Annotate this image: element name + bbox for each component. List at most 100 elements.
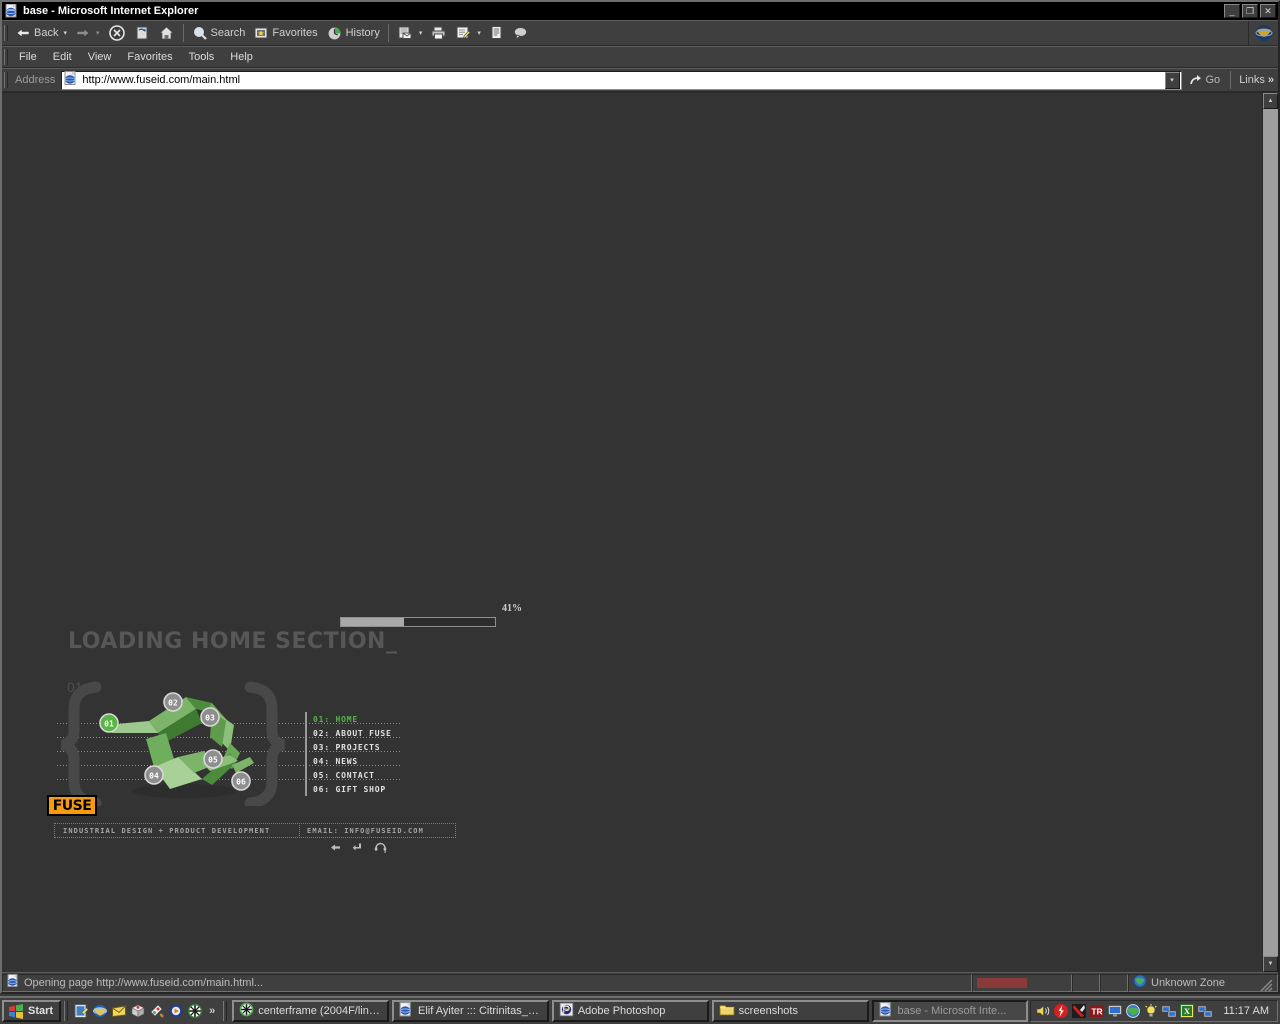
volume-icon[interactable] bbox=[1035, 1003, 1051, 1019]
toolbar-separator bbox=[387, 24, 389, 42]
network2-icon[interactable] bbox=[1197, 1003, 1213, 1019]
footer-email[interactable]: EMAIL: INFO@FUSEID.COM bbox=[300, 827, 424, 835]
print-button[interactable] bbox=[426, 22, 451, 44]
back-label: Back bbox=[34, 27, 59, 39]
chevron-down-icon[interactable]: ▾ bbox=[419, 29, 423, 37]
enter-arrow-icon[interactable] bbox=[352, 842, 363, 856]
headphones-icon[interactable] bbox=[374, 841, 387, 856]
antivirus-icon[interactable] bbox=[1053, 1003, 1069, 1019]
monitor-icon[interactable] bbox=[1107, 1003, 1123, 1019]
toolbar-gripper[interactable] bbox=[4, 25, 8, 41]
vertical-scrollbar[interactable]: ▲ ▼ bbox=[1262, 93, 1278, 972]
task-label: base - Microsoft Inte... bbox=[897, 1005, 1007, 1017]
internet-explorer-icon[interactable] bbox=[92, 1003, 108, 1019]
address-input[interactable]: http://www.fuseid.com/main.html ▾ bbox=[61, 70, 1182, 90]
chevron-down-icon[interactable]: ▾ bbox=[477, 29, 481, 37]
nav-item-about[interactable]: 02: ABOUT FUSE bbox=[313, 726, 405, 740]
discuss-button[interactable] bbox=[485, 22, 508, 44]
favorites-icon bbox=[254, 27, 268, 39]
flash-icon[interactable] bbox=[187, 1003, 203, 1019]
go-button[interactable]: Go bbox=[1182, 73, 1227, 88]
web-page: 41% LOADING HOME SECTION_ 01 01 02 03 04… bbox=[2, 93, 1262, 972]
messenger-button[interactable] bbox=[508, 22, 533, 44]
speech-bubble-icon bbox=[514, 27, 527, 40]
window-controls: _ ❐ ✕ bbox=[1224, 4, 1276, 18]
scrollbar-track[interactable] bbox=[1263, 109, 1278, 956]
fuse-loading-stage: 41% LOADING HOME SECTION_ 01 01 02 03 04… bbox=[2, 93, 1262, 972]
taskbar: Start » centerframe (2004F/link... Elif … bbox=[0, 996, 1280, 1024]
refresh-button[interactable] bbox=[130, 22, 154, 44]
globe-icon bbox=[1133, 974, 1147, 991]
task-button-screenshots[interactable]: screenshots bbox=[711, 1000, 869, 1022]
nav-item-projects[interactable]: 03: PROJECTS bbox=[313, 740, 405, 754]
history-button[interactable]: History bbox=[322, 22, 384, 44]
start-button[interactable]: Start bbox=[2, 1000, 62, 1022]
edit-button[interactable]: ▾ bbox=[451, 22, 485, 44]
stop-button[interactable] bbox=[104, 22, 130, 44]
excel-icon[interactable]: X bbox=[1179, 1003, 1195, 1019]
chevron-down-icon[interactable]: ▾ bbox=[63, 29, 67, 37]
maximize-button[interactable]: ❐ bbox=[1242, 4, 1258, 18]
show-desktop-icon[interactable] bbox=[73, 1003, 89, 1019]
mail-icon bbox=[398, 26, 412, 39]
network-icon[interactable] bbox=[1161, 1003, 1177, 1019]
fuse-logo[interactable]: FUSE bbox=[47, 795, 97, 816]
media-player-icon[interactable] bbox=[168, 1003, 184, 1019]
back-arrow-icon[interactable] bbox=[330, 842, 341, 856]
language-tr-icon[interactable]: TR bbox=[1089, 1003, 1105, 1019]
back-arrow-icon bbox=[16, 28, 30, 38]
scroll-down-button[interactable]: ▼ bbox=[1263, 956, 1278, 972]
links-button[interactable]: Links » bbox=[1235, 74, 1278, 86]
nav-item-contact[interactable]: 05: CONTACT bbox=[313, 768, 405, 782]
menu-help[interactable]: Help bbox=[222, 49, 261, 65]
media-box-icon[interactable] bbox=[130, 1003, 146, 1019]
quicklaunch-more-button[interactable]: » bbox=[206, 1005, 218, 1017]
nod32-icon[interactable] bbox=[1071, 1003, 1087, 1019]
chevron-double-right-icon[interactable]: » bbox=[1268, 74, 1274, 86]
task-button-photoshop[interactable]: Adobe Photoshop bbox=[551, 1000, 709, 1022]
task-button-base-ie[interactable]: base - Microsoft Inte... bbox=[871, 1000, 1029, 1022]
globe-icon[interactable] bbox=[1125, 1003, 1141, 1019]
menu-view[interactable]: View bbox=[80, 49, 120, 65]
ie-brand-logo bbox=[1248, 21, 1278, 45]
chevron-down-icon[interactable]: ▾ bbox=[96, 29, 100, 37]
ie-document-icon bbox=[399, 1002, 414, 1020]
menu-tools[interactable]: Tools bbox=[181, 49, 223, 65]
task-label: Adobe Photoshop bbox=[577, 1005, 666, 1017]
edit-icon bbox=[456, 26, 471, 39]
menu-file[interactable]: File bbox=[11, 49, 45, 65]
ie-document-icon bbox=[5, 3, 19, 18]
minimize-button[interactable]: _ bbox=[1224, 4, 1240, 18]
paint-icon[interactable] bbox=[149, 1003, 165, 1019]
search-button[interactable]: Search bbox=[188, 22, 250, 44]
task-button-citrinitas[interactable]: Elif Ayiter ::: Citrinitas__... bbox=[392, 1000, 549, 1022]
menubar-gripper[interactable] bbox=[4, 49, 8, 65]
close-button[interactable]: ✕ bbox=[1260, 4, 1276, 18]
scroll-up-button[interactable]: ▲ bbox=[1263, 93, 1278, 109]
favorites-button[interactable]: Favorites bbox=[249, 22, 321, 44]
addressbar-gripper[interactable] bbox=[4, 72, 8, 88]
address-bar: Address http://www.fuseid.com/main.html … bbox=[2, 68, 1278, 92]
photoshop-icon bbox=[559, 1002, 574, 1020]
security-zone-pane[interactable]: Unknown Zone bbox=[1128, 973, 1278, 992]
nav-item-gift-shop[interactable]: 06: GIFT SHOP bbox=[313, 782, 405, 796]
forward-button[interactable]: ▾ bbox=[71, 22, 104, 44]
back-button[interactable]: Back ▾ bbox=[11, 22, 71, 44]
lightbulb-icon[interactable] bbox=[1143, 1003, 1159, 1019]
resize-grip[interactable] bbox=[1257, 974, 1273, 992]
taskbar-clock[interactable]: 11:17 AM bbox=[1215, 1005, 1273, 1017]
folder-icon bbox=[719, 1003, 735, 1020]
menu-favorites[interactable]: Favorites bbox=[119, 49, 180, 65]
go-arrow-icon bbox=[1189, 74, 1201, 84]
task-button-centerframe[interactable]: centerframe (2004F/link... bbox=[232, 1000, 390, 1022]
address-dropdown-button[interactable]: ▾ bbox=[1164, 71, 1180, 89]
nav-item-news[interactable]: 04: NEWS bbox=[313, 754, 405, 768]
nav-item-home[interactable]: 01: HOME bbox=[313, 712, 405, 726]
start-label: Start bbox=[28, 1005, 54, 1017]
taskbar-divider bbox=[223, 1001, 228, 1021]
home-button[interactable] bbox=[154, 22, 179, 44]
mail-button[interactable]: ▾ bbox=[393, 22, 427, 44]
svg-text:04: 04 bbox=[149, 772, 159, 781]
outlook-express-icon[interactable] bbox=[111, 1003, 127, 1019]
menu-edit[interactable]: Edit bbox=[45, 49, 80, 65]
